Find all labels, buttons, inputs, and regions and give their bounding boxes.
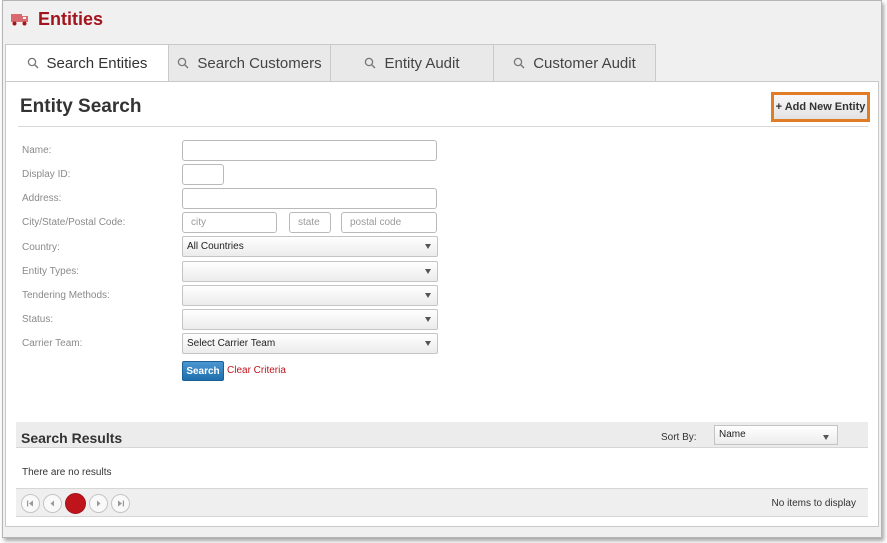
name-label: Name: <box>22 145 52 156</box>
carrier-team-value: Select Carrier Team <box>187 338 276 349</box>
next-page-button[interactable] <box>89 494 108 513</box>
tab-label: Search Entities <box>46 54 148 72</box>
previous-page-button[interactable] <box>43 494 62 513</box>
app-header: Entities <box>11 7 103 31</box>
tab-customer-audit[interactable]: Customer Audit <box>494 44 656 82</box>
first-page-button[interactable] <box>21 494 40 513</box>
first-page-icon <box>27 500 33 507</box>
tab-search-entities[interactable]: Search Entities <box>5 44 169 82</box>
carrier-team-label: Carrier Team: <box>22 338 83 349</box>
app-title: Entities <box>38 8 104 29</box>
chevron-down-icon <box>425 317 431 322</box>
sort-by-label: Sort By: <box>661 432 697 443</box>
address-label: Address: <box>22 193 62 204</box>
last-page-icon <box>118 500 124 507</box>
sort-by-value: Name <box>719 429 746 440</box>
tab-label: Entity Audit <box>384 54 460 72</box>
divider <box>18 126 868 127</box>
status-label: Status: <box>22 314 54 325</box>
chevron-down-icon <box>425 341 431 346</box>
state-input[interactable] <box>289 212 331 233</box>
chevron-down-icon <box>425 244 431 249</box>
country-value: All Countries <box>187 241 244 252</box>
name-input[interactable] <box>182 140 437 161</box>
search-button[interactable]: Search <box>182 361 224 381</box>
tab-label: Search Customers <box>197 54 322 72</box>
chevron-down-icon <box>425 293 431 298</box>
clear-criteria-link[interactable]: Clear Criteria <box>227 365 286 376</box>
tab-label: Customer Audit <box>533 54 636 72</box>
city-state-postal-label: City/State/Postal Code: <box>22 217 126 228</box>
current-page-indicator[interactable] <box>65 493 86 514</box>
next-page-icon <box>97 500 101 507</box>
search-results-header: Search Results Sort By: Name <box>16 422 868 448</box>
display-id-input[interactable] <box>182 164 224 185</box>
search-icon <box>178 57 189 69</box>
entity-search-panel: Entity Search + Add New Entity Name: Dis… <box>5 81 879 527</box>
chevron-down-icon <box>823 435 829 440</box>
pagination-bar: No items to display <box>16 488 868 517</box>
tendering-methods-select[interactable] <box>182 285 438 306</box>
country-label: Country: <box>22 242 60 253</box>
city-input[interactable] <box>182 212 277 233</box>
search-icon <box>513 57 525 69</box>
previous-page-icon <box>50 500 54 507</box>
entity-types-select[interactable] <box>182 261 438 282</box>
tab-entity-audit[interactable]: Entity Audit <box>331 44 494 82</box>
chevron-down-icon <box>425 269 431 274</box>
no-results-message: There are no results <box>22 467 112 478</box>
add-new-entity-button[interactable]: + Add New Entity <box>771 92 870 122</box>
entity-types-label: Entity Types: <box>22 266 80 277</box>
country-select[interactable]: All Countries <box>182 236 438 257</box>
search-icon <box>365 57 376 69</box>
pager-info: No items to display <box>771 498 856 509</box>
tendering-methods-label: Tendering Methods: <box>22 290 110 301</box>
truck-icon <box>11 14 28 26</box>
last-page-button[interactable] <box>111 494 130 513</box>
status-select[interactable] <box>182 309 438 330</box>
carrier-team-select[interactable]: Select Carrier Team <box>182 333 438 354</box>
search-icon <box>27 57 39 69</box>
sort-by-select[interactable]: Name <box>714 425 838 445</box>
page-title: Entity Search <box>20 96 142 117</box>
search-results-title: Search Results <box>21 430 123 446</box>
address-input[interactable] <box>182 188 437 209</box>
tab-bar: Search Entities Search Customers Entity … <box>5 44 656 82</box>
tab-search-customers[interactable]: Search Customers <box>169 44 331 82</box>
display-id-label: Display ID: <box>22 169 71 180</box>
postal-code-input[interactable] <box>341 212 437 233</box>
app-window: Entities Search Entities Search Customer… <box>2 0 882 538</box>
